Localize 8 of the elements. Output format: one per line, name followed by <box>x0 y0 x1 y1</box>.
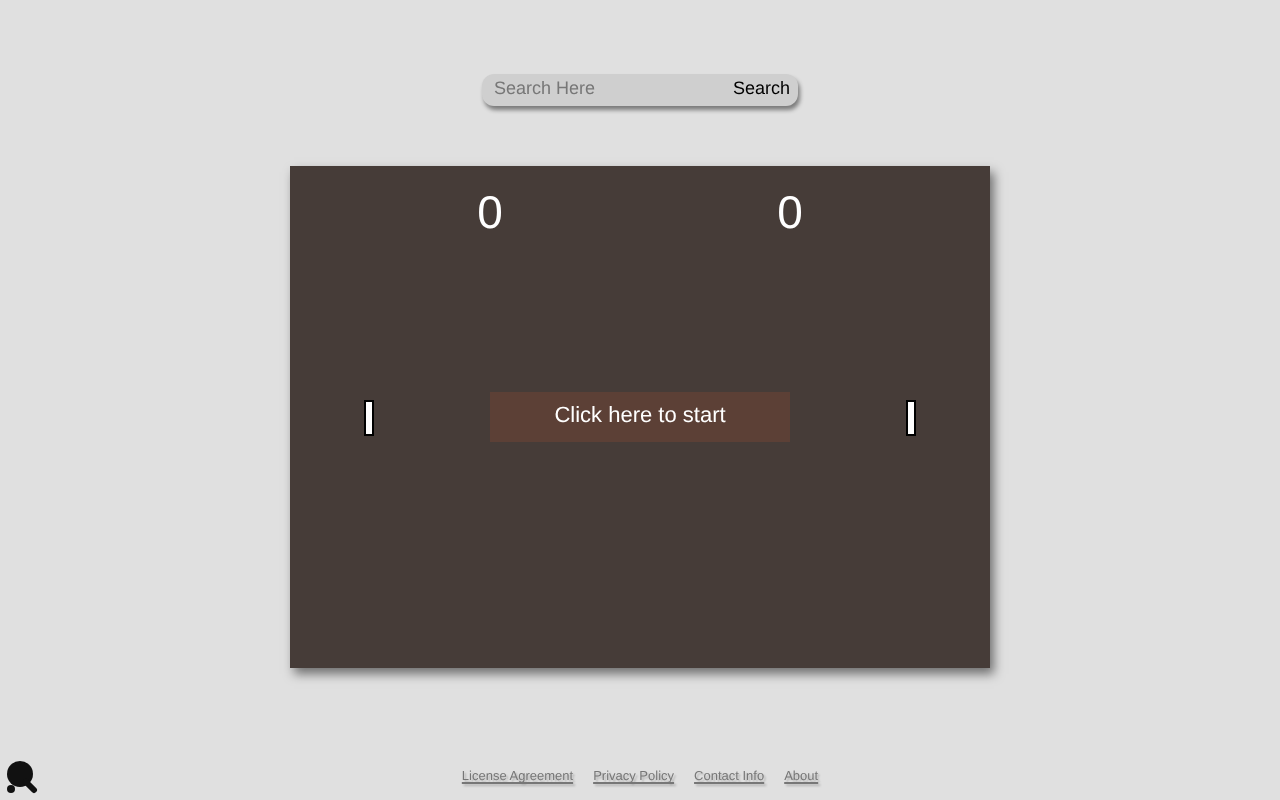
paddle <box>364 399 374 435</box>
start-button[interactable]: Click here to start <box>490 392 790 442</box>
score: 0 <box>475 186 505 238</box>
score: 0 <box>775 186 805 238</box>
search-button[interactable]: Search <box>732 76 790 104</box>
ping-pong-paddle-icon <box>6 760 38 794</box>
paddle <box>906 399 916 435</box>
search-field[interactable]: Search Here Search <box>482 74 798 106</box>
